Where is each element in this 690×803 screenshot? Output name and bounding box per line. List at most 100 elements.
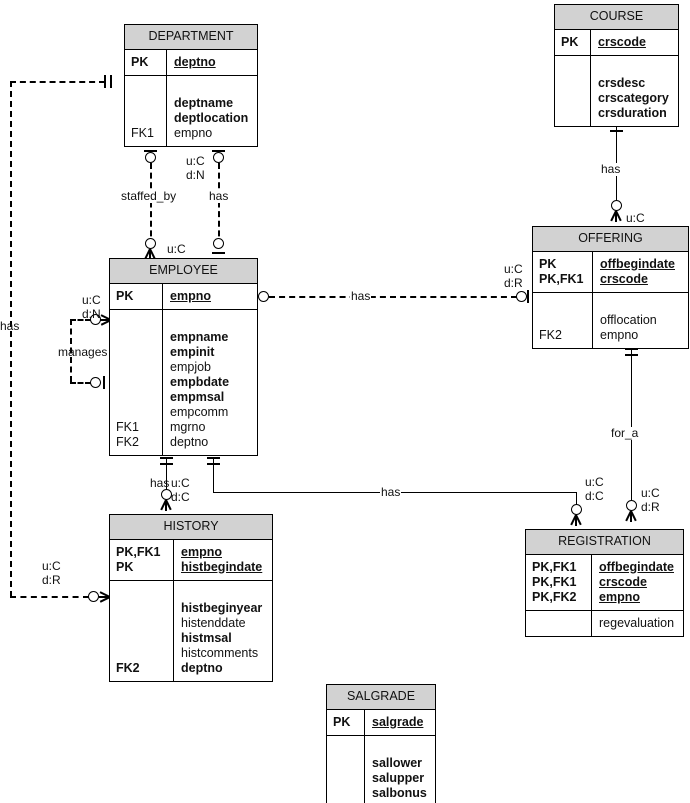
dept-history-line-bottom [10, 596, 89, 598]
key-attr: empno [170, 288, 211, 303]
key-flag: PK,FK1 [532, 559, 577, 574]
key-attr: empno [181, 544, 222, 559]
attr-name: deptno [181, 660, 223, 675]
entity-offering-attr-section: FK2 offlocation empno [533, 291, 688, 348]
attr-name: empmsal [170, 389, 225, 404]
dept-history-optional-circle [88, 591, 99, 602]
entity-employee[interactable]: EMPLOYEE PK empno FK1 FK2 empname empini… [109, 258, 258, 456]
key-attr: offbegindate [600, 256, 675, 271]
attr-flag: FK2 [116, 660, 140, 675]
staffed-by-circle-top [145, 152, 156, 163]
staffed-by-label: staffed_by [120, 189, 178, 203]
entity-course-attr-section: crsdesc crscategory crsduration [555, 54, 678, 126]
entity-salgrade-key-section: PK salgrade [327, 709, 435, 735]
attr-name: regevaluation [599, 615, 675, 630]
dept-emp-has-tick-c [212, 252, 225, 254]
attr-name: histmsal [181, 630, 232, 645]
entity-history[interactable]: HISTORY PK,FK1 PK empno histbegindate FK… [109, 514, 273, 682]
entity-salgrade[interactable]: SALGRADE PK salgrade sallower salupper s… [326, 684, 436, 803]
for-a-circle [626, 500, 637, 511]
dept-emp-has-circle-top [213, 152, 224, 163]
emp-off-update-rule: u:C [504, 262, 523, 276]
course-off-update-rule: u:C [626, 211, 645, 225]
emp-reg-has-label: has [380, 485, 402, 499]
emp-off-tick-right [527, 290, 529, 303]
for-a-update-rule: u:C [641, 486, 660, 500]
entity-offering-title: OFFERING [533, 227, 688, 252]
attr-name: deptname [174, 95, 234, 110]
attr-name: empbdate [170, 374, 230, 389]
manages-delete-rule: d:N [82, 307, 101, 321]
attr-name: empno [600, 327, 639, 342]
attr-name: crsdesc [598, 75, 646, 90]
staffed-by-line [150, 163, 152, 246]
dept-history-delete-rule: d:R [42, 573, 61, 587]
key-attr: crscode [598, 34, 646, 49]
dept-history-update-rule: u:C [42, 559, 61, 573]
attr-flag: FK2 [116, 434, 139, 449]
manages-tick [103, 376, 105, 389]
entity-offering[interactable]: OFFERING PK PK,FK1 offbegindate crscode … [532, 226, 689, 349]
attr-name: sallower [372, 755, 423, 770]
attr-flag: FK1 [131, 125, 154, 140]
entity-registration-attr-section: regevaluation [526, 609, 683, 636]
course-off-crowfoot [608, 210, 624, 222]
dept-emp-has-label: has [208, 189, 230, 203]
key-flag: PK [116, 559, 134, 574]
key-attr: empno [599, 589, 640, 604]
dept-history-line-top [10, 81, 105, 83]
entity-offering-key-section: PK PK,FK1 offbegindate crscode [533, 251, 688, 292]
emp-reg-delete-rule: d:C [585, 489, 604, 503]
attr-name: histcomments [181, 645, 259, 660]
entity-registration[interactable]: REGISTRATION PK,FK1 PK,FK1 PK,FK2 offbeg… [525, 529, 684, 637]
attr-name: crsduration [598, 105, 667, 120]
key-flag: PK,FK1 [116, 544, 161, 559]
staffed-by-circle-bottom [145, 238, 156, 249]
emp-off-has-label: has [350, 289, 372, 303]
emp-hist-has-label: has [150, 476, 170, 490]
entity-registration-key-section: PK,FK1 PK,FK1 PK,FK2 offbegindate crscod… [526, 554, 683, 610]
entity-history-attr-section: FK2 histbeginyear histenddate histmsal h… [110, 579, 272, 681]
attr-name: deptno [170, 434, 209, 449]
attr-name: mgrno [170, 419, 206, 434]
key-flag: PK [539, 256, 557, 271]
emp-off-delete-rule: d:R [504, 276, 523, 290]
attr-name: salbonus [372, 785, 427, 800]
entity-history-title: HISTORY [110, 515, 272, 540]
manages-label: manages [58, 345, 108, 359]
key-attr: crscode [599, 574, 647, 589]
staffed-by-update-rule: u:C [167, 242, 186, 256]
entity-department[interactable]: DEPARTMENT PK deptno FK1 deptname deptlo… [124, 24, 258, 147]
attr-name: empjob [170, 359, 211, 374]
key-flag: PK,FK1 [532, 574, 577, 589]
entity-employee-key-section: PK empno [110, 283, 257, 309]
dept-emp-has-update-rule: u:C [186, 154, 205, 168]
for-a-label: for_a [610, 426, 640, 440]
key-attr: deptno [174, 54, 216, 69]
entity-department-attr-section: FK1 deptname deptlocation empno [125, 74, 257, 146]
emp-hist-update-rule: u:C [171, 476, 190, 490]
entity-course-title: COURSE [555, 5, 678, 30]
dept-emp-has-circle-bottom [213, 238, 224, 249]
entity-course[interactable]: COURSE PK crscode crsdesc crscategory cr… [554, 4, 679, 127]
for-a-crowfoot [623, 510, 639, 522]
attr-name: crscategory [598, 90, 669, 105]
manages-update-rule: u:C [82, 293, 101, 307]
entity-history-key-section: PK,FK1 PK empno histbegindate [110, 539, 272, 580]
course-off-has-label: has [600, 162, 622, 176]
attr-name: empname [170, 329, 229, 344]
emp-reg-line-vert-left [213, 457, 214, 492]
entity-registration-title: REGISTRATION [526, 530, 683, 555]
key-attr: salgrade [372, 714, 424, 729]
key-flag: PK [131, 54, 149, 69]
entity-salgrade-attr-section: sallower salupper salbonus [327, 734, 435, 803]
for-a-delete-rule: d:R [641, 500, 660, 514]
emp-off-line [269, 296, 517, 298]
manages-line-bottom [70, 382, 91, 384]
dept-emp-has-delete-rule: d:N [186, 168, 205, 182]
dept-history-label: has [0, 319, 20, 333]
entity-salgrade-title: SALGRADE [327, 685, 435, 710]
dept-history-line-vert [10, 81, 12, 597]
emp-reg-crowfoot [568, 514, 584, 526]
attr-name: empno [174, 125, 213, 140]
